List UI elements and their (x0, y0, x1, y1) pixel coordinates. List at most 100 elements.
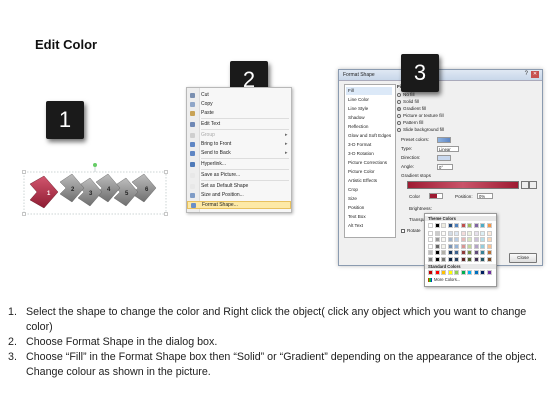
color-swatch[interactable] (434, 256, 440, 262)
radio-solid-fill[interactable]: Solid fill (397, 99, 419, 105)
color-swatch[interactable] (460, 256, 466, 262)
close-icon[interactable]: ✕ (531, 71, 539, 78)
color-swatch[interactable] (454, 256, 459, 262)
color-swatch[interactable] (486, 243, 492, 249)
color-swatch[interactable] (473, 256, 479, 262)
color-swatch[interactable] (447, 256, 453, 262)
color-swatch[interactable] (486, 256, 492, 262)
nav-item-reflection[interactable]: Reflection (348, 123, 394, 131)
color-swatch[interactable] (454, 223, 459, 228)
nav-item-picture-color[interactable]: Picture Color (348, 168, 394, 176)
menu-item-size-position[interactable]: Size and Position... (187, 191, 291, 199)
nav-item-fill[interactable]: Fill (346, 87, 392, 95)
color-swatch[interactable] (454, 237, 459, 242)
color-swatch[interactable] (428, 237, 433, 242)
color-swatch[interactable] (467, 256, 472, 262)
resize-handle[interactable] (164, 212, 168, 216)
nav-item-artistic-effects[interactable]: Artistic Effects (348, 177, 394, 185)
menu-item-copy[interactable]: Copy (187, 100, 291, 108)
chevron-1-selected[interactable] (29, 175, 59, 209)
color-swatch[interactable] (467, 237, 472, 242)
color-swatch[interactable] (434, 243, 440, 249)
color-swatch[interactable] (441, 237, 446, 242)
color-swatch[interactable] (473, 237, 479, 242)
preset-colors-dropdown[interactable] (437, 137, 451, 143)
color-swatch[interactable] (473, 230, 479, 236)
color-swatch[interactable] (480, 243, 485, 249)
radio-slide-background-fill[interactable]: Slide background fill (397, 127, 444, 133)
nav-item-line-style[interactable]: Line Style (348, 105, 394, 113)
color-swatch[interactable] (447, 223, 453, 228)
color-swatch[interactable] (434, 230, 440, 236)
color-swatch[interactable] (460, 243, 466, 249)
nav-item-crop[interactable]: Crop (348, 186, 394, 194)
color-swatch[interactable] (434, 237, 440, 242)
color-swatch[interactable] (460, 230, 466, 236)
color-swatch[interactable] (486, 250, 492, 255)
color-swatch[interactable] (486, 237, 492, 242)
standard-color-swatch[interactable] (441, 270, 446, 275)
color-swatch[interactable] (467, 243, 472, 249)
standard-color-swatch[interactable] (486, 270, 492, 275)
color-swatch[interactable] (460, 223, 466, 228)
menu-item-hyperlink[interactable]: Hyperlink... (187, 160, 291, 168)
gradient-stops-bar[interactable] (407, 181, 519, 189)
radio-pattern-fill[interactable]: Pattern fill (397, 120, 423, 126)
color-swatch[interactable] (447, 237, 453, 242)
menu-item-edit-text[interactable]: Edit Text (187, 120, 291, 128)
nav-item-glow[interactable]: Glow and Soft Edges (348, 132, 394, 140)
position-input[interactable]: 0% (477, 193, 493, 199)
menu-item-group[interactable]: Group ▸ (187, 131, 291, 139)
radio-picture-fill[interactable]: Picture or texture fill (397, 113, 444, 119)
nav-item-line-color[interactable]: Line Color (348, 96, 394, 104)
color-swatch[interactable] (441, 250, 446, 255)
standard-color-swatch[interactable] (473, 270, 479, 275)
color-swatch[interactable] (441, 256, 446, 262)
color-swatch[interactable] (428, 223, 433, 228)
menu-item-save-as-picture[interactable]: Save as Picture... (187, 171, 291, 179)
nav-item-shadow[interactable]: Shadow (348, 114, 394, 122)
color-swatch[interactable] (447, 250, 453, 255)
radio-gradient-fill[interactable]: Gradient fill (397, 106, 426, 112)
menu-item-cut[interactable]: Cut (187, 91, 291, 99)
menu-item-bring-to-front[interactable]: Bring to Front ▸ (187, 140, 291, 148)
color-picker-button[interactable] (429, 193, 443, 199)
radio-no-fill[interactable]: No fill (397, 92, 415, 98)
standard-color-swatch[interactable] (480, 270, 485, 275)
color-swatch[interactable] (473, 243, 479, 249)
menu-item-format-shape[interactable]: Format Shape... (187, 201, 291, 209)
rotate-with-shape-checkbox[interactable]: Rotate (401, 228, 421, 234)
color-swatch[interactable] (428, 230, 433, 236)
color-swatch[interactable] (441, 230, 446, 236)
color-swatch[interactable] (441, 223, 446, 228)
nav-item-text-box[interactable]: Text Box (348, 213, 394, 221)
remove-stop-icon[interactable] (529, 181, 537, 189)
color-swatch[interactable] (467, 230, 472, 236)
nav-item-picture-corrections[interactable]: Picture Corrections (348, 159, 394, 167)
color-swatch[interactable] (434, 223, 440, 228)
color-swatch[interactable] (480, 250, 485, 255)
color-swatch[interactable] (454, 250, 459, 255)
standard-color-swatch[interactable] (467, 270, 472, 275)
color-swatch[interactable] (454, 243, 459, 249)
color-swatch[interactable] (428, 256, 433, 262)
color-swatch[interactable] (480, 237, 485, 242)
nav-item-size[interactable]: Size (348, 195, 394, 203)
angle-input[interactable]: 0° (437, 164, 453, 170)
standard-color-swatch[interactable] (434, 270, 440, 275)
nav-item-position[interactable]: Position (348, 204, 394, 212)
more-colors-link[interactable]: More Colors... (428, 277, 460, 282)
direction-dropdown[interactable] (437, 155, 451, 161)
type-dropdown[interactable]: Linear (437, 146, 459, 152)
color-swatch[interactable] (447, 243, 453, 249)
nav-item-3d-format[interactable]: 3-D Format (348, 141, 394, 149)
chevron-6[interactable] (131, 173, 157, 203)
menu-item-set-default-shape[interactable]: Set as Default Shape (187, 182, 291, 190)
color-swatch[interactable] (428, 250, 433, 255)
menu-item-paste[interactable]: Paste (187, 109, 291, 117)
resize-handle[interactable] (22, 212, 26, 216)
color-swatch[interactable] (480, 223, 485, 228)
resize-handle[interactable] (164, 170, 168, 174)
standard-color-swatch[interactable] (454, 270, 459, 275)
color-swatch[interactable] (486, 230, 492, 236)
